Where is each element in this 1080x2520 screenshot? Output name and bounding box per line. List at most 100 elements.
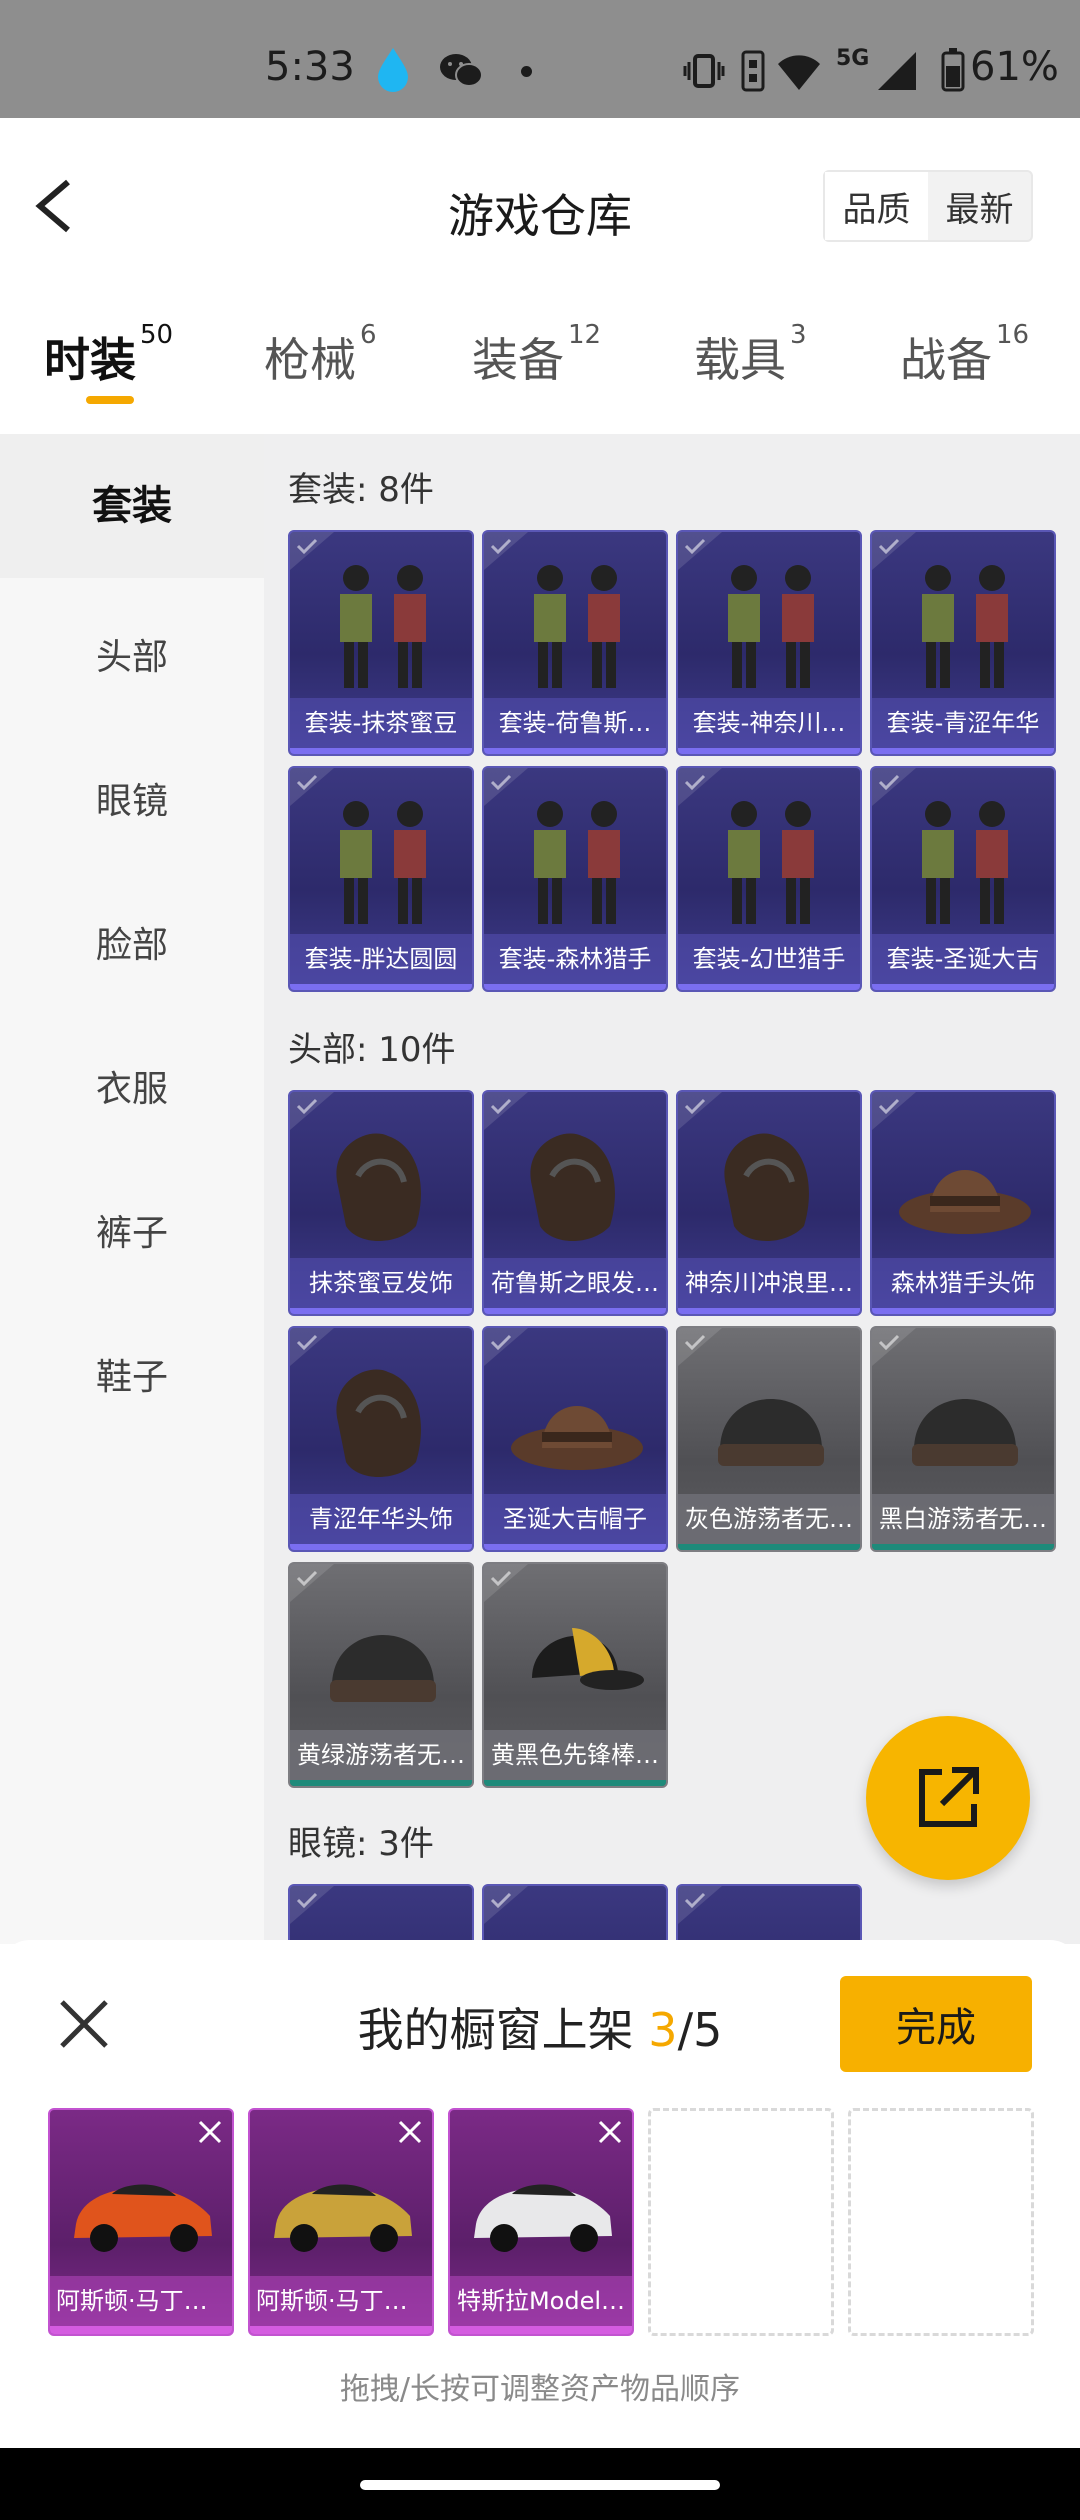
active-tab-indicator [86, 396, 134, 404]
rarity-bar [484, 748, 666, 754]
sort-toggle: 品质 最新 [823, 170, 1033, 242]
item-card[interactable]: 抹茶蜜豆发饰 [288, 1090, 474, 1316]
car-icon [464, 2146, 622, 2266]
tab-count: 6 [360, 320, 377, 350]
system-nav-bar [0, 2448, 1080, 2520]
showcase-count-current: 3 [648, 2003, 678, 2057]
empty-slot[interactable] [848, 2108, 1034, 2336]
item-card[interactable]: 神奈川冲浪里… [676, 1090, 862, 1316]
item-card[interactable]: 青涩年华头饰 [288, 1326, 474, 1552]
status-bar: 5:33 5G 61% [0, 0, 1080, 118]
item-label: 黄绿游荡者无… [290, 1730, 472, 1780]
rarity-bar [484, 1544, 666, 1550]
side-item-glasses[interactable]: 眼镜 [0, 772, 264, 824]
tab-label: 装备 [472, 333, 564, 387]
remove-icon[interactable] [596, 2118, 624, 2146]
remove-icon[interactable] [196, 2118, 224, 2146]
slot-label: 特斯拉Model… [450, 2276, 632, 2326]
tab-fashion[interactable]: 时装 50 [44, 320, 173, 390]
cap-icon [502, 1588, 652, 1728]
done-button[interactable]: 完成 [840, 1976, 1032, 2072]
sort-option-newest[interactable]: 最新 [928, 172, 1031, 240]
item-card[interactable]: 森林猎手头饰 [870, 1090, 1056, 1316]
side-item-face[interactable]: 脸部 [0, 916, 264, 968]
showcase-slot[interactable]: 阿斯顿·马丁D… [48, 2108, 234, 2336]
hair-icon [696, 1116, 846, 1256]
rarity-bar [678, 1308, 860, 1314]
item-label: 套装-抹茶蜜豆 [290, 698, 472, 748]
hair-icon [502, 1116, 652, 1256]
outfit-icon [890, 556, 1040, 696]
remove-icon[interactable] [396, 2118, 424, 2146]
showcase-slot[interactable]: 特斯拉Model… [448, 2108, 634, 2336]
tab-guns[interactable]: 枪械 6 [264, 320, 377, 390]
item-card[interactable]: 套装-圣诞大吉 [870, 766, 1056, 992]
sim-icon [741, 50, 765, 92]
showcase-sheet: 我的橱窗上架 3/5 完成 拖拽/长按可调整资产物品顺序 阿斯顿·马丁D… 阿斯顿… [0, 1940, 1080, 2448]
sheet-title-text: 我的橱窗上架 [357, 2003, 649, 2057]
tab-equipment[interactable]: 装备 12 [472, 320, 601, 390]
car-icon [64, 2146, 222, 2266]
rarity-bar [290, 1544, 472, 1550]
vibrate-icon [683, 54, 725, 88]
item-card[interactable] [288, 1884, 474, 1944]
tab-supplies[interactable]: 战备 16 [900, 320, 1029, 390]
rarity-bar [484, 1308, 666, 1314]
item-card[interactable]: 套装-神奈川… [676, 530, 862, 756]
rarity-bar [872, 1308, 1054, 1314]
tab-count: 3 [790, 320, 807, 350]
sort-option-quality[interactable]: 品质 [825, 172, 928, 240]
signal-icon [878, 52, 916, 90]
item-card[interactable]: 套装-青涩年华 [870, 530, 1056, 756]
item-card[interactable]: 黄黑色先锋棒… [482, 1562, 668, 1788]
showcase-count-total: 5 [693, 2003, 723, 2057]
rarity-bar [872, 984, 1054, 990]
item-card[interactable]: 圣诞大吉帽子 [482, 1326, 668, 1552]
item-card[interactable]: 套装-森林猎手 [482, 766, 668, 992]
outfit-icon [502, 792, 652, 932]
side-item-clothes[interactable]: 衣服 [0, 1060, 264, 1112]
status-time: 5:33 [265, 44, 355, 90]
item-card[interactable]: 套装-荷鲁斯… [482, 530, 668, 756]
item-card[interactable] [676, 1884, 862, 1944]
network-type: 5G [836, 46, 870, 71]
empty-slot[interactable] [648, 2108, 834, 2336]
tab-label: 战备 [900, 333, 992, 387]
showcase-slot[interactable]: 阿斯顿·马丁D… [248, 2108, 434, 2336]
share-icon [919, 1767, 979, 1827]
item-label: 青涩年华头饰 [290, 1494, 472, 1544]
rarity-bar [290, 984, 472, 990]
side-item-shoes[interactable]: 鞋子 [0, 1348, 264, 1400]
header: 游戏仓库 品质 最新 [0, 118, 1080, 288]
item-card[interactable]: 黄绿游荡者无… [288, 1562, 474, 1788]
drop-icon [378, 48, 408, 92]
category-tabs: 时装 50 枪械 6 装备 12 载具 3 战备 16 [0, 288, 1080, 434]
item-card[interactable]: 荷鲁斯之眼发… [482, 1090, 668, 1316]
rarity-bar [484, 1780, 666, 1786]
item-card[interactable]: 套装-幻世猎手 [676, 766, 862, 992]
side-item-pants[interactable]: 裤子 [0, 1204, 264, 1256]
battery-percent: 61% [970, 44, 1059, 90]
item-label: 森林猎手头饰 [872, 1258, 1054, 1308]
tab-vehicles[interactable]: 载具 3 [694, 320, 807, 390]
item-label: 套装-荷鲁斯… [484, 698, 666, 748]
item-card[interactable]: 黑白游荡者无… [870, 1326, 1056, 1552]
side-item-suits[interactable]: 套装 [0, 434, 264, 578]
outfit-icon [308, 792, 458, 932]
section-title: 眼镜: 3件 [288, 1824, 434, 1864]
item-card[interactable]: 灰色游荡者无… [676, 1326, 862, 1552]
home-indicator[interactable] [360, 2480, 720, 2490]
battery-icon [941, 48, 965, 92]
item-card[interactable]: 套装-胖达圆圆 [288, 766, 474, 992]
item-card[interactable] [482, 1884, 668, 1944]
hair-icon [308, 1116, 458, 1256]
item-card[interactable]: 套装-抹茶蜜豆 [288, 530, 474, 756]
item-label: 抹茶蜜豆发饰 [290, 1258, 472, 1308]
item-label: 套装-圣诞大吉 [872, 934, 1054, 984]
side-item-head[interactable]: 头部 [0, 628, 264, 680]
item-label: 套装-森林猎手 [484, 934, 666, 984]
share-button[interactable] [866, 1716, 1030, 1880]
hair-icon [308, 1352, 458, 1492]
rarity-bar [872, 748, 1054, 754]
hat-icon [890, 1116, 1040, 1256]
